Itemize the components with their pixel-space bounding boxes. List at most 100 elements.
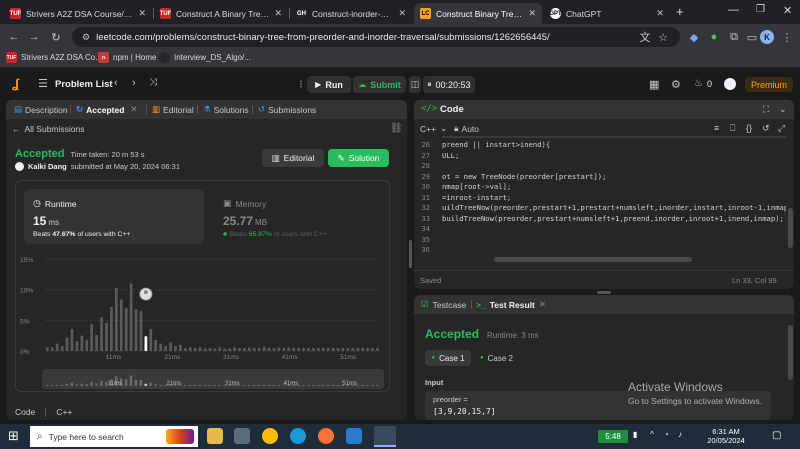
braces-icon[interactable]: {}	[746, 123, 752, 133]
back-icon[interactable]: ←	[6, 29, 22, 45]
premium-button[interactable]: Premium	[745, 77, 793, 92]
browser-tab-5[interactable]: GPT ChatGPT ✕	[544, 3, 670, 24]
close-icon[interactable]: ✕	[398, 8, 406, 19]
bookmark-item[interactable]: TUF Strivers A2Z DSA Co...	[6, 52, 102, 63]
site-info-icon[interactable]: ⚙	[82, 32, 90, 43]
runtime-box[interactable]: ◷ Runtime 15 ms Beats 47.67% of users wi…	[24, 189, 204, 244]
code-editor[interactable]: 26 preend || instart>inend){27 ULL; 28 29 ot …	[414, 136, 786, 264]
username[interactable]: Kalki Dang	[28, 162, 67, 171]
tab-submissions[interactable]: ↺ Submissions	[258, 100, 316, 119]
minimize-icon[interactable]: —	[728, 4, 739, 16]
layout-icon[interactable]: ▦	[649, 78, 659, 91]
next-problem-icon[interactable]: ›	[132, 77, 136, 89]
case-2-button[interactable]: ● Case 2	[480, 350, 513, 366]
vertical-scrollbar[interactable]	[788, 325, 793, 380]
note-icon[interactable]: ◫	[409, 76, 421, 93]
submit-button[interactable]: ☁ Submit	[353, 76, 406, 93]
close-icon[interactable]: ✕	[528, 8, 536, 19]
forward-icon[interactable]: →	[26, 29, 42, 45]
collapse-icon[interactable]: ⌄	[779, 104, 787, 115]
horizontal-splitter-handle[interactable]	[597, 291, 611, 294]
browser-tab-4-active[interactable]: LC Construct Binary Tree from P ✕	[414, 3, 542, 24]
runtime-distribution-chart[interactable]: 15% 10% 5% 0% 11ms 21ms 31ms 41ms 51ms 11ms 21ms…	[16, 249, 389, 391]
tab-editorial[interactable]: ▥ Editorial	[152, 100, 194, 119]
restore-icon[interactable]: ❐	[756, 4, 765, 15]
browser-tab-3[interactable]: GH Construct-inorder-preorder ✕	[290, 3, 412, 24]
close-window-icon[interactable]: ✕	[783, 4, 792, 17]
clock-icon: ◷	[33, 198, 41, 208]
close-icon[interactable]: ✕	[138, 8, 146, 19]
notification-icon[interactable]: ▢	[772, 430, 781, 441]
camera-icon[interactable]	[234, 428, 250, 444]
bookmark-icon[interactable]: ⎕	[730, 123, 735, 134]
extension-icon-2[interactable]: ●	[706, 29, 722, 45]
network-icon[interactable]: ▮	[633, 430, 637, 439]
close-icon[interactable]: ✕	[539, 299, 546, 310]
memory-box[interactable]: ▣ Memory 25.77 MB ♣ Beats 65.87% of user…	[214, 189, 384, 244]
drag-handle-icon[interactable]: ⋮	[297, 76, 306, 93]
sidepanel-icon[interactable]: ▭	[744, 29, 760, 45]
vertical-splitter-handle[interactable]	[409, 240, 412, 268]
translate-icon[interactable]: 文	[637, 29, 653, 45]
bookmark-star-icon[interactable]: ☆	[655, 29, 671, 45]
chart-bar	[356, 347, 360, 351]
problem-list-link[interactable]: Problem List	[55, 79, 113, 90]
chrome-active-icon[interactable]	[374, 426, 396, 447]
reset-icon[interactable]: ↺	[762, 123, 770, 134]
language-select[interactable]: C++ ⌄	[420, 123, 447, 134]
chatgpt-favicon-icon: GPT	[549, 8, 562, 19]
streak-fire-icon[interactable]: ♨	[694, 78, 703, 89]
solution-button[interactable]: ✎ Solution	[328, 149, 389, 167]
menu-kebab-icon[interactable]: ⋮	[779, 29, 795, 45]
tab-accepted[interactable]: ↻ Accepted ✕	[76, 100, 138, 119]
tab-solutions[interactable]: ⚗ Solutions	[203, 100, 249, 119]
reload-icon[interactable]: ↻	[48, 29, 64, 45]
leetcode-logo-icon[interactable]: ʆ	[12, 76, 19, 91]
shuffle-icon[interactable]: ⤨	[149, 77, 157, 88]
edge-icon[interactable]	[290, 428, 306, 444]
format-icon[interactable]: ≡	[714, 123, 719, 133]
tab-test-result[interactable]: >_ Test Result ✕	[476, 299, 546, 310]
battery-indicator[interactable]: 5:48	[598, 430, 628, 443]
file-explorer-icon[interactable]	[207, 428, 223, 444]
vertical-scrollbar[interactable]	[788, 208, 793, 248]
chart-bar	[50, 347, 54, 351]
maximize-icon[interactable]: ⛶	[763, 104, 769, 115]
tray-chevron-icon[interactable]: ^	[650, 430, 654, 439]
close-icon[interactable]: ✕	[130, 104, 137, 115]
tab-testcase[interactable]: ☑ Testcase	[421, 299, 466, 310]
all-submissions-link[interactable]: ← All Submissions	[12, 124, 85, 134]
windows-start-icon[interactable]: ⊞	[8, 429, 19, 443]
bookmark-item[interactable]: Interview_DS_Algo/...	[159, 52, 251, 63]
vscode-icon[interactable]	[346, 428, 362, 444]
extensions-puzzle-icon[interactable]: ⧉	[726, 29, 742, 45]
bookmark-item[interactable]: n npm | Home	[98, 52, 156, 63]
wifi-icon[interactable]: ◔	[664, 430, 669, 439]
link-icon[interactable]: ⛓	[390, 123, 403, 134]
firefox-icon[interactable]	[318, 428, 334, 444]
browser-tab-2[interactable]: TUF Construct A Binary Tree from ✕	[154, 3, 288, 24]
tab-description[interactable]: ▤ Description	[14, 100, 68, 119]
chrome-icon[interactable]	[262, 428, 278, 444]
browser-tab-1[interactable]: TUF Strivers A2Z DSA Course/She ✕	[4, 3, 152, 24]
profile-avatar[interactable]: K	[760, 30, 774, 44]
extension-icon[interactable]: ◆	[686, 29, 702, 45]
editorial-button[interactable]: ▥ Editorial	[262, 149, 324, 167]
horizontal-scrollbar[interactable]	[494, 257, 692, 262]
fullscreen-icon[interactable]: ⤢	[778, 123, 785, 134]
address-bar[interactable]: ⚙ leetcode.com/problems/construct-binary…	[72, 27, 680, 47]
new-tab-icon[interactable]: +	[676, 4, 684, 19]
auto-mode[interactable]: 🔒︎ Auto	[454, 123, 479, 134]
close-icon[interactable]: ✕	[656, 8, 664, 19]
clock[interactable]: 6:31 AM 20/05/2024	[700, 427, 752, 445]
user-avatar[interactable]	[724, 78, 736, 90]
settings-gear-icon[interactable]: ⚙	[671, 78, 681, 91]
case-1-button[interactable]: ● Case 1	[425, 350, 471, 366]
prev-problem-icon[interactable]: ‹	[114, 77, 118, 89]
close-icon[interactable]: ✕	[274, 8, 282, 19]
timer[interactable]: ⏸ 00:20:53	[423, 76, 475, 93]
run-button[interactable]: ▶ Run	[307, 76, 351, 93]
volume-icon[interactable]: ♪	[678, 430, 682, 439]
taskbar-search[interactable]: ⌕ Type here to search	[30, 426, 198, 447]
list-icon[interactable]: ☰	[38, 77, 48, 90]
